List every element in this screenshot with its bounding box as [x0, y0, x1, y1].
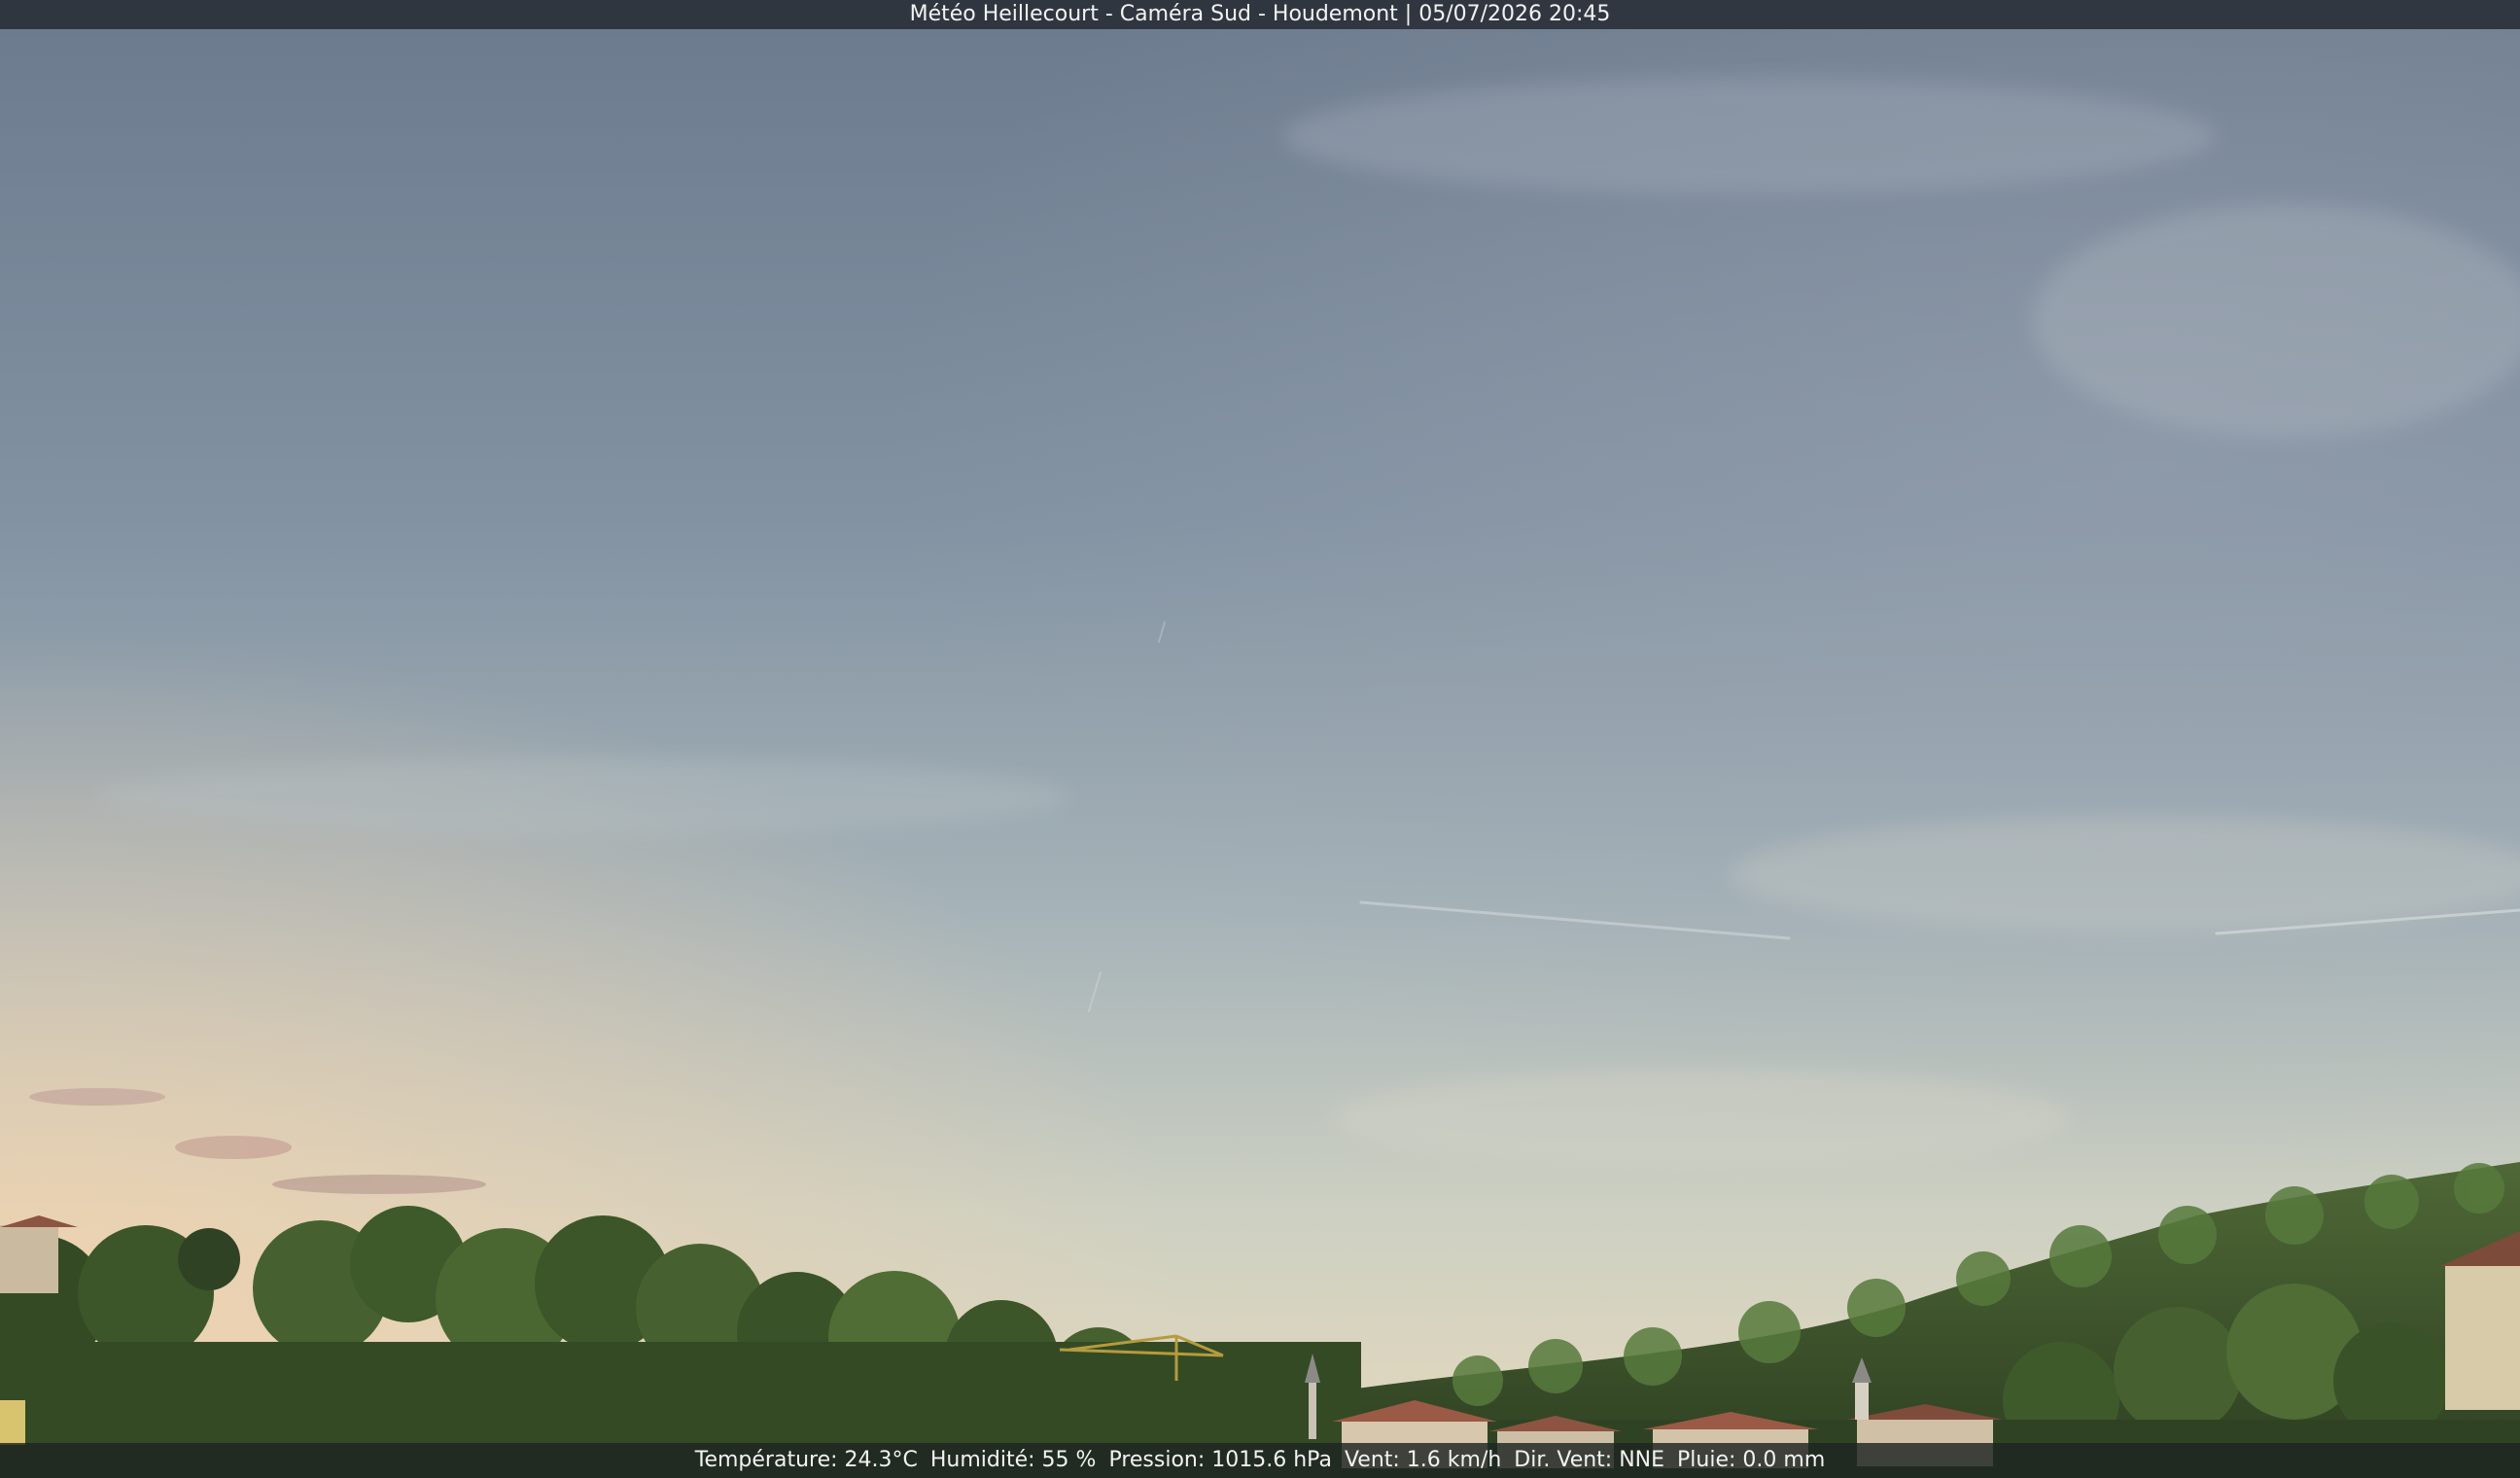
rain-reading: Pluie: 0.0 mm: [1677, 1448, 1826, 1472]
pressure-reading: Pression: 1015.6 hPa: [1108, 1448, 1332, 1472]
camera-title-bar: Météo Heillecourt - Caméra Sud - Houdemo…: [0, 0, 2520, 29]
humidity-reading: Humidité: 55 %: [929, 1448, 1097, 1472]
wind-speed-reading: Vent: 1.6 km/h: [1344, 1448, 1502, 1472]
camera-title: Météo Heillecourt - Caméra Sud - Houdemo…: [909, 2, 1611, 26]
wind-direction-reading: Dir. Vent: NNE: [1514, 1448, 1665, 1472]
weather-info-bar: Température: 24.3°C Humidité: 55 % Press…: [0, 1443, 2520, 1478]
temperature-reading: Température: 24.3°C: [694, 1448, 918, 1472]
webcam-image: [0, 0, 2520, 1478]
webcam-frame: Météo Heillecourt - Caméra Sud - Houdemo…: [0, 0, 2520, 1478]
